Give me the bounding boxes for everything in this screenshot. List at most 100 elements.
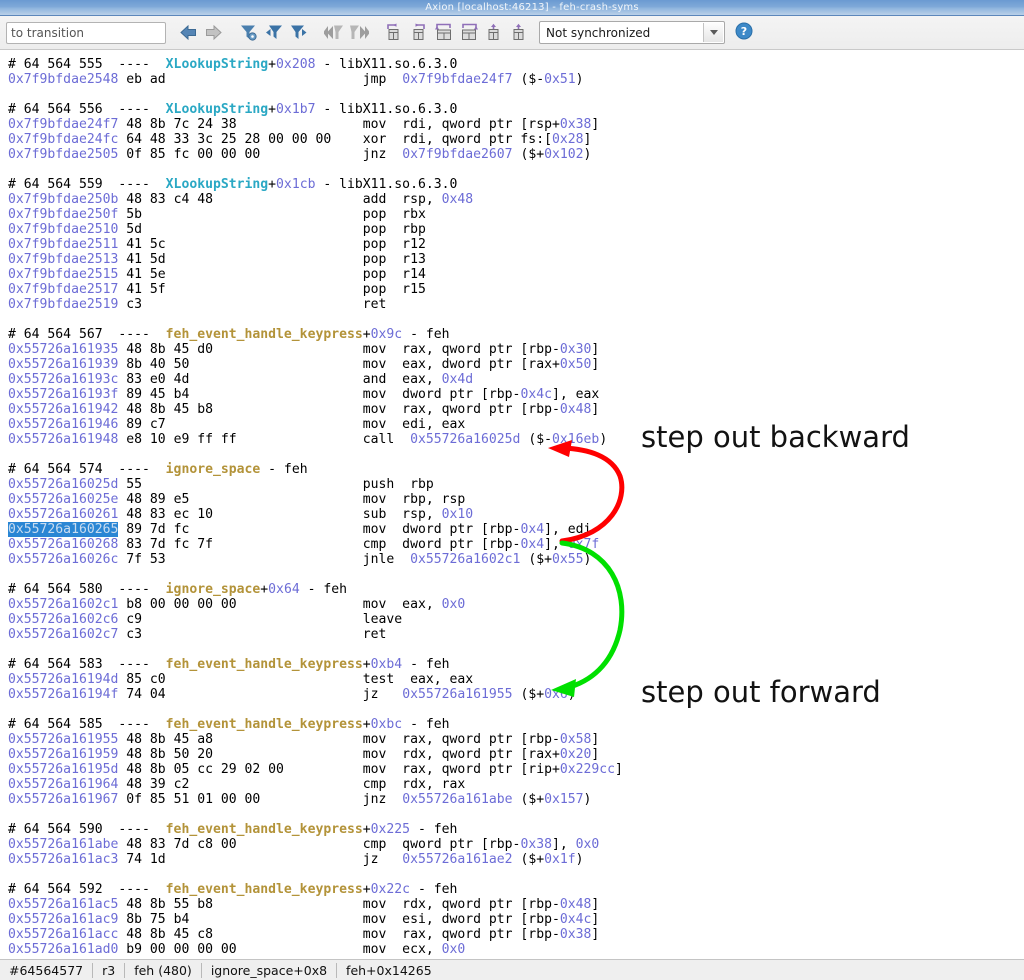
- instruction-address: 0x55726a161935: [8, 342, 118, 357]
- step-into-backward-button[interactable]: [381, 20, 406, 46]
- step-out-forward-button[interactable]: [506, 20, 531, 46]
- step-into-forward-button[interactable]: [406, 20, 431, 46]
- help-button[interactable]: ?: [733, 22, 755, 44]
- trace-event-header[interactable]: # 64 564 585 ---- feh_event_handle_keypr…: [0, 717, 1024, 732]
- window-title: Axion [localhost:46213] - feh-crash-syms: [385, 2, 639, 13]
- instruction-bytes: 74 04: [126, 687, 363, 702]
- disassembly-line[interactable]: 0x7f9bfdae2511 41 5c pop r12: [0, 237, 1024, 252]
- disassembly-line[interactable]: 0x55726a1602c7 c3 ret: [0, 627, 1024, 642]
- instruction-address: 0x7f9bfdae2505: [8, 147, 118, 162]
- step-out-backward-icon: [484, 23, 504, 42]
- step-over-forward-icon: [458, 23, 480, 42]
- disassembly-line[interactable]: 0x55726a16193c 83 e0 4d and eax, 0x4d: [0, 372, 1024, 387]
- disassembly-line[interactable]: 0x55726a161942 48 8b 45 b8 mov rax, qwor…: [0, 402, 1024, 417]
- disassembly-line[interactable]: 0x55726a16025e 48 89 e5 mov rbp, rsp: [0, 492, 1024, 507]
- step-out-backward-button[interactable]: [481, 20, 506, 46]
- status-symbol: ignore_space+0x8: [202, 960, 336, 980]
- instruction-bytes: 41 5e: [126, 267, 363, 282]
- axion-window: Axion [localhost:46213] - feh-crash-syms: [0, 0, 1024, 980]
- instruction-bytes: 5b: [126, 207, 363, 222]
- disassembly-line[interactable]: 0x7f9bfdae2510 5d pop rbp: [0, 222, 1024, 237]
- disassembly-line[interactable]: 0x55726a16195d 48 8b 05 cc 29 02 00 mov …: [0, 762, 1024, 777]
- disassembly-line[interactable]: 0x55726a16025d 55 push rbp: [0, 477, 1024, 492]
- disassembly-line[interactable]: 0x55726a161935 48 8b 45 d0 mov rax, qwor…: [0, 342, 1024, 357]
- trace-event-header[interactable]: # 64 564 580 ---- ignore_space+0x64 - fe…: [0, 582, 1024, 597]
- step-over-backward-button[interactable]: [431, 20, 456, 46]
- trace-event-header[interactable]: # 64 564 590 ---- feh_event_handle_keypr…: [0, 822, 1024, 837]
- instruction-bytes: 7f 53: [126, 552, 363, 567]
- instruction-address: 0x55726a161942: [8, 402, 118, 417]
- disassembly-line[interactable]: 0x55726a161964 48 39 c2 cmp rdx, rax: [0, 777, 1024, 792]
- disassembly-line[interactable]: 0x7f9bfdae2548 eb ad jmp 0x7f9bfdae24f7 …: [0, 72, 1024, 87]
- code-blank-line: [0, 867, 1024, 882]
- instruction-text: mov rdx, qword ptr [rax+0x20]: [363, 747, 600, 762]
- instruction-text: mov rax, qword ptr [rbp-0x38]: [363, 927, 600, 942]
- forward-button[interactable]: [201, 20, 226, 46]
- instruction-text: and eax, 0x4d: [363, 372, 473, 387]
- disassembly-line[interactable]: 0x55726a161967 0f 85 51 01 00 00 jnz 0x5…: [0, 792, 1024, 807]
- instruction-bytes: 48 39 c2: [126, 777, 363, 792]
- instruction-address: 0x55726a161ad0: [8, 942, 118, 957]
- trace-event-header[interactable]: # 64 564 555 ---- XLookupString+0x208 - …: [0, 57, 1024, 72]
- disassembly-line[interactable]: 0x55726a161ad0 b9 00 00 00 00 mov ecx, 0…: [0, 942, 1024, 957]
- instruction-bytes: 83 e0 4d: [126, 372, 363, 387]
- trace-event-header[interactable]: # 64 564 559 ---- XLookupString+0x1cb - …: [0, 177, 1024, 192]
- step-over-forward-button[interactable]: [456, 20, 481, 46]
- instruction-address: 0x55726a161964: [8, 777, 118, 792]
- trace-event-header[interactable]: # 64 564 567 ---- feh_event_handle_keypr…: [0, 327, 1024, 342]
- disassembly-line[interactable]: 0x7f9bfdae2519 c3 ret: [0, 297, 1024, 312]
- disassembly-line[interactable]: 0x55726a161939 8b 40 50 mov eax, dword p…: [0, 357, 1024, 372]
- trace-event-header[interactable]: # 64 564 583 ---- feh_event_handle_keypr…: [0, 657, 1024, 672]
- disassembly-line[interactable]: 0x55726a160268 83 7d fc 7f cmp dword ptr…: [0, 537, 1024, 552]
- disassembly-line[interactable]: 0x55726a1602c1 b8 00 00 00 00 mov eax, 0…: [0, 597, 1024, 612]
- disassembly-line[interactable]: 0x55726a161955 48 8b 45 a8 mov rax, qwor…: [0, 732, 1024, 747]
- disassembly-line[interactable]: 0x55726a161ac5 48 8b 55 b8 mov rdx, qwor…: [0, 897, 1024, 912]
- rewind-button[interactable]: [321, 20, 346, 46]
- fast-forward-button[interactable]: [346, 20, 371, 46]
- disassembly-line[interactable]: 0x55726a1602c6 c9 leave: [0, 612, 1024, 627]
- instruction-bytes: 48 8b 05 cc 29 02 00: [126, 762, 363, 777]
- instruction-bytes: 48 8b 7c 24 38: [126, 117, 363, 132]
- step-into-backward-icon: [384, 23, 404, 42]
- instruction-text: pop rbp: [363, 222, 426, 237]
- instruction-text: pop r15: [363, 282, 426, 297]
- instruction-address: 0x55726a160265: [8, 522, 118, 537]
- chevron-down-icon[interactable]: [703, 23, 723, 42]
- instruction-bytes: 48 83 ec 10: [126, 507, 363, 522]
- disassembly-line[interactable]: 0x55726a160265 89 7d fc mov dword ptr [r…: [0, 522, 1024, 537]
- disassembly-line[interactable]: 0x7f9bfdae24f7 48 8b 7c 24 38 mov rdi, q…: [0, 117, 1024, 132]
- disassembly-line[interactable]: 0x7f9bfdae2515 41 5e pop r14: [0, 267, 1024, 282]
- disassembly-line[interactable]: 0x7f9bfdae250b 48 83 c4 48 add rsp, 0x48: [0, 192, 1024, 207]
- disassembly-trace-view[interactable]: # 64 564 555 ---- XLookupString+0x208 - …: [0, 51, 1024, 959]
- filter-config-button[interactable]: [236, 20, 261, 46]
- instruction-text: call 0x55726a16025d ($-0x16eb): [363, 432, 607, 447]
- disassembly-line[interactable]: 0x55726a161ac9 8b 75 b4 mov esi, dword p…: [0, 912, 1024, 927]
- instruction-bytes: 48 89 e5: [126, 492, 363, 507]
- filter-prev-button[interactable]: [261, 20, 286, 46]
- fast-forward-icon: [349, 23, 369, 42]
- disassembly-line[interactable]: 0x7f9bfdae250f 5b pop rbx: [0, 207, 1024, 222]
- disassembly-line[interactable]: 0x7f9bfdae2513 41 5d pop r13: [0, 252, 1024, 267]
- disassembly-line[interactable]: 0x55726a160261 48 83 ec 10 sub rsp, 0x10: [0, 507, 1024, 522]
- disassembly-line[interactable]: 0x55726a161abe 48 83 7d c8 00 cmp qword …: [0, 837, 1024, 852]
- disassembly-line[interactable]: 0x55726a16193f 89 45 b4 mov dword ptr [r…: [0, 387, 1024, 402]
- filter-input[interactable]: [6, 22, 166, 44]
- disassembly-line[interactable]: 0x7f9bfdae24fc 64 48 33 3c 25 28 00 00 0…: [0, 132, 1024, 147]
- instruction-bytes: 48 8b 55 b8: [126, 897, 363, 912]
- trace-event-header[interactable]: # 64 564 574 ---- ignore_space - feh: [0, 462, 1024, 477]
- trace-event-header[interactable]: # 64 564 592 ---- feh_event_handle_keypr…: [0, 882, 1024, 897]
- disassembly-line[interactable]: 0x55726a161ac3 74 1d jz 0x55726a161ae2 (…: [0, 852, 1024, 867]
- trace-event-header[interactable]: # 64 564 556 ---- XLookupString+0x1b7 - …: [0, 102, 1024, 117]
- back-button[interactable]: [176, 20, 201, 46]
- status-process: feh (480): [125, 960, 201, 980]
- disassembly-line[interactable]: 0x55726a16026c 7f 53 jnle 0x55726a1602c1…: [0, 552, 1024, 567]
- disassembly-line[interactable]: 0x7f9bfdae2505 0f 85 fc 00 00 00 jnz 0x7…: [0, 147, 1024, 162]
- instruction-text: sub rsp, 0x10: [363, 507, 473, 522]
- sync-select[interactable]: Not synchronized: [539, 21, 725, 44]
- disassembly-line[interactable]: 0x55726a161acc 48 8b 45 c8 mov rax, qwor…: [0, 927, 1024, 942]
- filter-next-button[interactable]: [286, 20, 311, 46]
- instruction-text: pop r12: [363, 237, 426, 252]
- disassembly-line[interactable]: 0x55726a161959 48 8b 50 20 mov rdx, qwor…: [0, 747, 1024, 762]
- disassembly-line[interactable]: 0x7f9bfdae2517 41 5f pop r15: [0, 282, 1024, 297]
- instruction-address: 0x55726a16195d: [8, 762, 118, 777]
